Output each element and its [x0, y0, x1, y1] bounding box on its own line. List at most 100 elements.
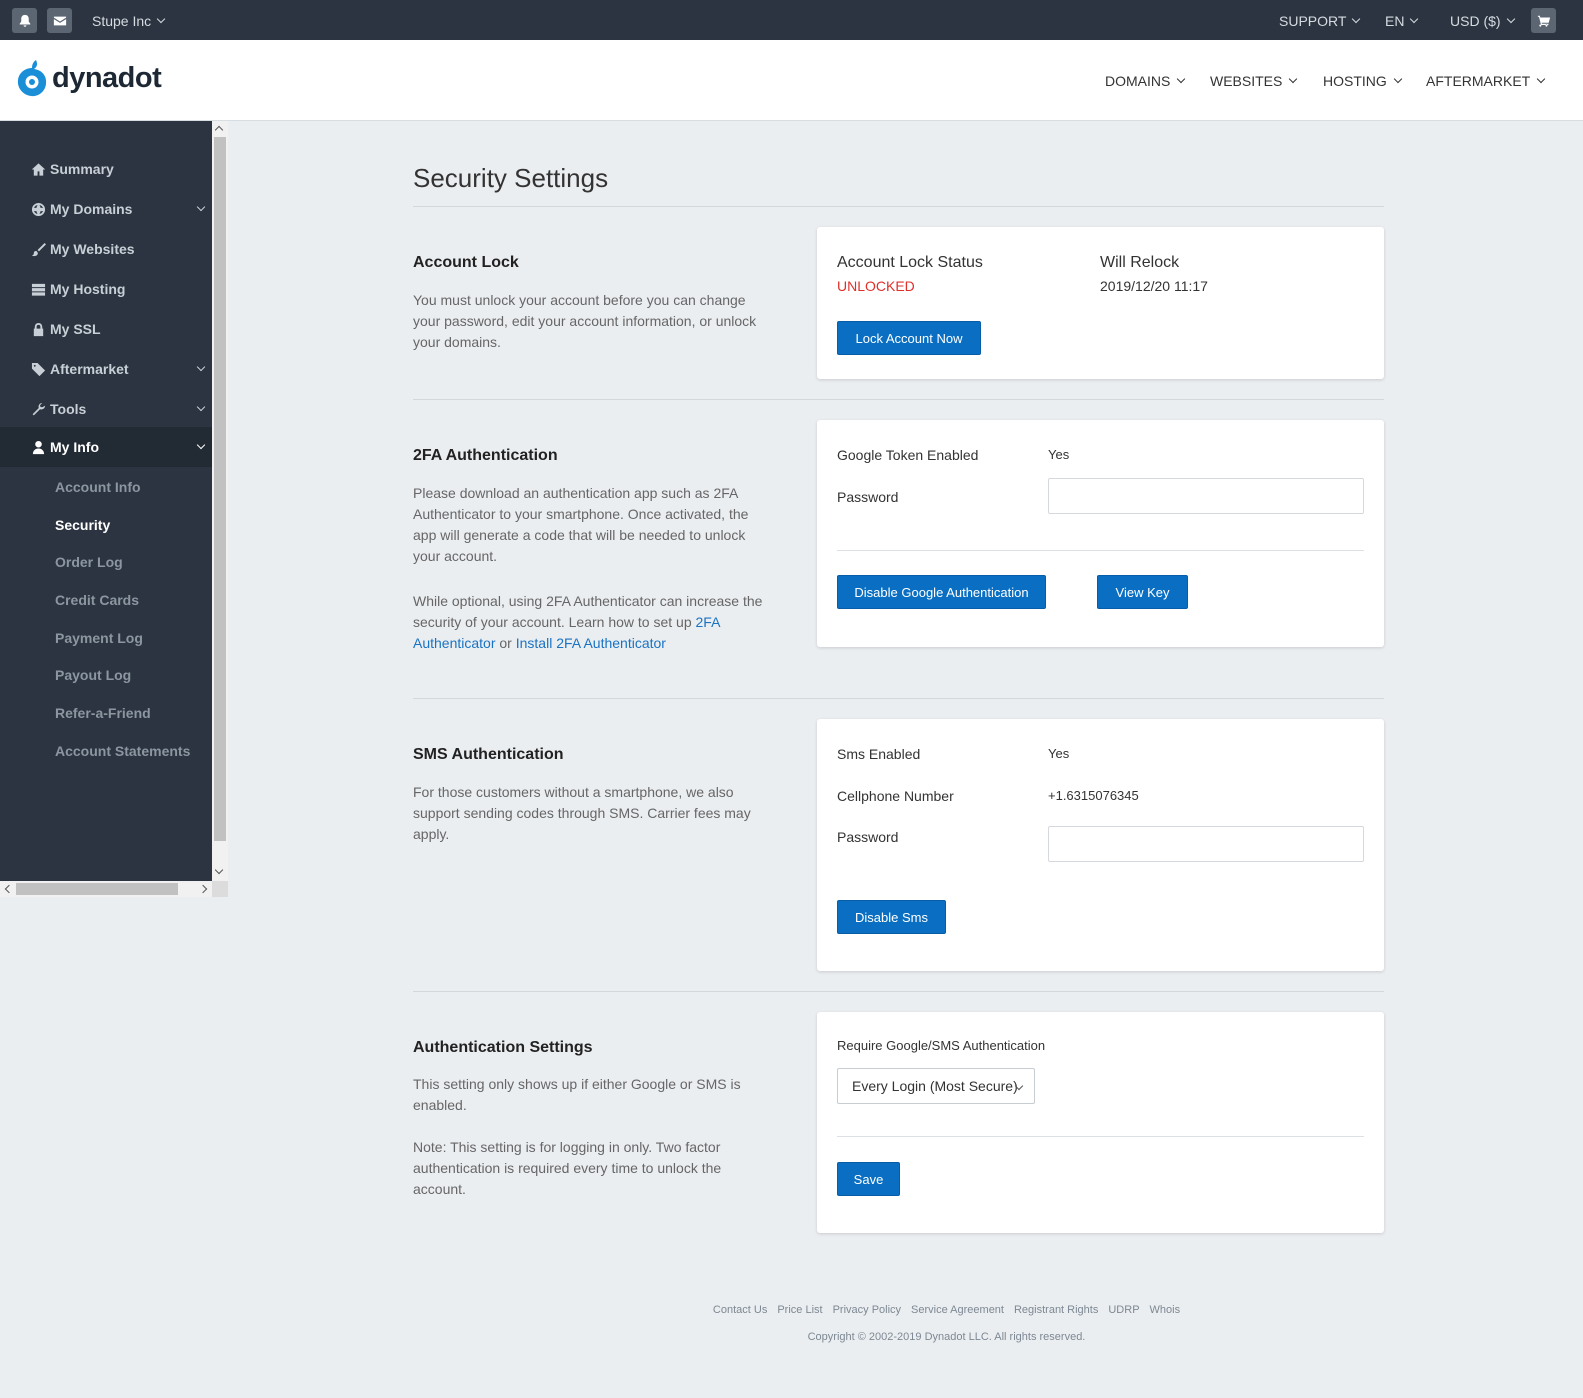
save-button[interactable]: Save: [837, 1162, 900, 1196]
footer-link-udrp[interactable]: UDRP: [1108, 1304, 1139, 1316]
messages-button[interactable]: [47, 8, 72, 33]
chevron-down-icon: [196, 202, 206, 212]
sidebar-item-my-info[interactable]: My Info: [0, 427, 212, 467]
require-auth-select[interactable]: Every Login (Most Secure): [837, 1068, 1035, 1104]
wrench-icon: [30, 401, 46, 417]
sidebar-item-aftermarket[interactable]: Aftermarket: [0, 349, 212, 389]
chevron-down-icon: [1393, 74, 1403, 84]
nav-websites[interactable]: WEBSITES: [1210, 73, 1298, 89]
nav-hosting-label: HOSTING: [1323, 73, 1387, 89]
install-2fa-link[interactable]: Install 2FA Authenticator: [516, 635, 666, 651]
page-title: Security Settings: [413, 163, 609, 193]
auth-settings-description: This setting only shows up if either Goo…: [413, 1076, 741, 1113]
footer-link-contact-us[interactable]: Contact Us: [713, 1304, 767, 1316]
scrollbar-thumb[interactable]: [16, 883, 178, 895]
scroll-left-icon[interactable]: [4, 884, 14, 894]
logo[interactable]: dynadot: [16, 58, 162, 98]
twofa-password-input[interactable]: [1048, 478, 1364, 514]
sidebar-subitem-account-info[interactable]: Account Info: [55, 479, 141, 495]
footer-link-whois[interactable]: Whois: [1150, 1304, 1181, 1316]
company-switcher[interactable]: Stupe Inc: [92, 13, 166, 29]
sidebar-item-label: My Domains: [50, 201, 133, 217]
sidebar-vertical-scrollbar[interactable]: [212, 121, 228, 881]
disable-google-auth-button[interactable]: Disable Google Authentication: [837, 575, 1046, 609]
will-relock-value: 2019/12/20 11:17: [1100, 278, 1208, 294]
tags-icon: [30, 361, 46, 377]
server-icon: [30, 281, 46, 297]
cellphone-number-label: Cellphone Number: [837, 788, 954, 804]
sidebar-item-label: My SSL: [50, 321, 101, 337]
sidebar-horizontal-scrollbar[interactable]: [0, 881, 212, 897]
home-icon: [30, 161, 46, 177]
sidebar-subitem-payout-log[interactable]: Payout Log: [55, 667, 131, 683]
footer-link-service-agreement[interactable]: Service Agreement: [911, 1304, 1004, 1316]
nav-aftermarket-label: AFTERMARKET: [1426, 73, 1531, 89]
google-token-enabled-value: Yes: [1048, 447, 1070, 462]
top-bar: Stupe Inc SUPPORT EN USD ($): [0, 0, 1583, 40]
sidebar-subitem-security[interactable]: Security: [55, 517, 110, 533]
footer-links: Contact Us Price List Privacy Policy Ser…: [0, 1304, 1583, 1316]
footer-link-privacy-policy[interactable]: Privacy Policy: [833, 1304, 901, 1316]
account-lock-card: Account Lock Status UNLOCKED Will Relock…: [817, 227, 1384, 379]
bell-icon: [19, 14, 30, 27]
cellphone-number-value: +1.6315076345: [1048, 788, 1139, 803]
divider: [837, 1136, 1364, 1137]
sms-description: For those customers without a smartphone…: [413, 784, 751, 842]
sidebar-item-label: Tools: [50, 401, 87, 417]
sidebar-item-label: My Info: [50, 439, 99, 455]
view-key-button[interactable]: View Key: [1097, 575, 1188, 609]
main-header: dynadot DOMAINS WEBSITES HOSTING AFTERMA…: [0, 40, 1583, 121]
divider: [413, 991, 1384, 992]
chevron-down-icon: [1410, 14, 1419, 24]
sidebar-subitem-order-log[interactable]: Order Log: [55, 554, 123, 570]
scrollbar-thumb[interactable]: [214, 137, 226, 841]
sidebar-item-label: Summary: [50, 161, 114, 177]
divider: [837, 550, 1364, 551]
chevron-down-icon: [156, 14, 166, 24]
language-menu[interactable]: EN: [1385, 13, 1419, 29]
scroll-up-icon[interactable]: [214, 125, 224, 135]
lock-account-now-button[interactable]: Lock Account Now: [837, 321, 981, 355]
sidebar-subitem-account-statements[interactable]: Account Statements: [55, 743, 190, 759]
currency-menu[interactable]: USD ($): [1450, 13, 1515, 29]
sms-enabled-label: Sms Enabled: [837, 746, 921, 762]
notifications-button[interactable]: [12, 8, 37, 33]
scroll-down-icon[interactable]: [214, 865, 224, 875]
sidebar: Summary My Domains My Websites My Hostin…: [0, 121, 212, 881]
sidebar-item-tools[interactable]: Tools: [0, 389, 212, 429]
account-lock-title: Account Lock: [413, 254, 519, 271]
lock-icon: [30, 321, 46, 337]
sidebar-item-summary[interactable]: Summary: [0, 149, 212, 189]
disable-sms-button[interactable]: Disable Sms: [837, 900, 946, 934]
cart-button[interactable]: [1531, 8, 1556, 33]
sms-card: Sms Enabled Yes Cellphone Number +1.6315…: [817, 719, 1384, 971]
footer-link-price-list[interactable]: Price List: [777, 1304, 822, 1316]
nav-domains[interactable]: DOMAINS: [1105, 73, 1186, 89]
chevron-down-icon: [1289, 74, 1298, 84]
divider: [413, 698, 1384, 699]
sidebar-subitem-payment-log[interactable]: Payment Log: [55, 630, 143, 646]
chevron-down-icon: [196, 440, 206, 450]
sidebar-item-my-domains[interactable]: My Domains: [0, 189, 212, 229]
will-relock-label: Will Relock: [1100, 254, 1180, 271]
auth-settings-note: Note: This setting is for logging in onl…: [413, 1139, 722, 1197]
chevron-down-icon: [196, 362, 206, 372]
support-menu[interactable]: SUPPORT: [1279, 13, 1361, 29]
sidebar-subitem-credit-cards[interactable]: Credit Cards: [55, 592, 139, 608]
sms-password-label: Password: [837, 829, 899, 845]
nav-aftermarket[interactable]: AFTERMARKET: [1426, 73, 1546, 89]
nav-domains-label: DOMAINS: [1105, 73, 1171, 89]
sms-password-input[interactable]: [1048, 826, 1364, 862]
twofa-description: Please download an authentication app su…: [413, 485, 749, 564]
brush-icon: [30, 241, 46, 257]
account-lock-status-label: Account Lock Status: [837, 254, 983, 271]
sidebar-subitem-refer-a-friend[interactable]: Refer-a-Friend: [55, 705, 151, 721]
sidebar-item-my-websites[interactable]: My Websites: [0, 229, 212, 269]
twofa-title: 2FA Authentication: [413, 447, 558, 464]
sidebar-item-my-ssl[interactable]: My SSL: [0, 309, 212, 349]
scroll-right-icon[interactable]: [198, 884, 208, 894]
nav-hosting[interactable]: HOSTING: [1323, 73, 1403, 89]
sidebar-item-my-hosting[interactable]: My Hosting: [0, 269, 212, 309]
dynadot-logo-icon: [17, 60, 47, 97]
footer-link-registrant-rights[interactable]: Registrant Rights: [1014, 1304, 1098, 1316]
